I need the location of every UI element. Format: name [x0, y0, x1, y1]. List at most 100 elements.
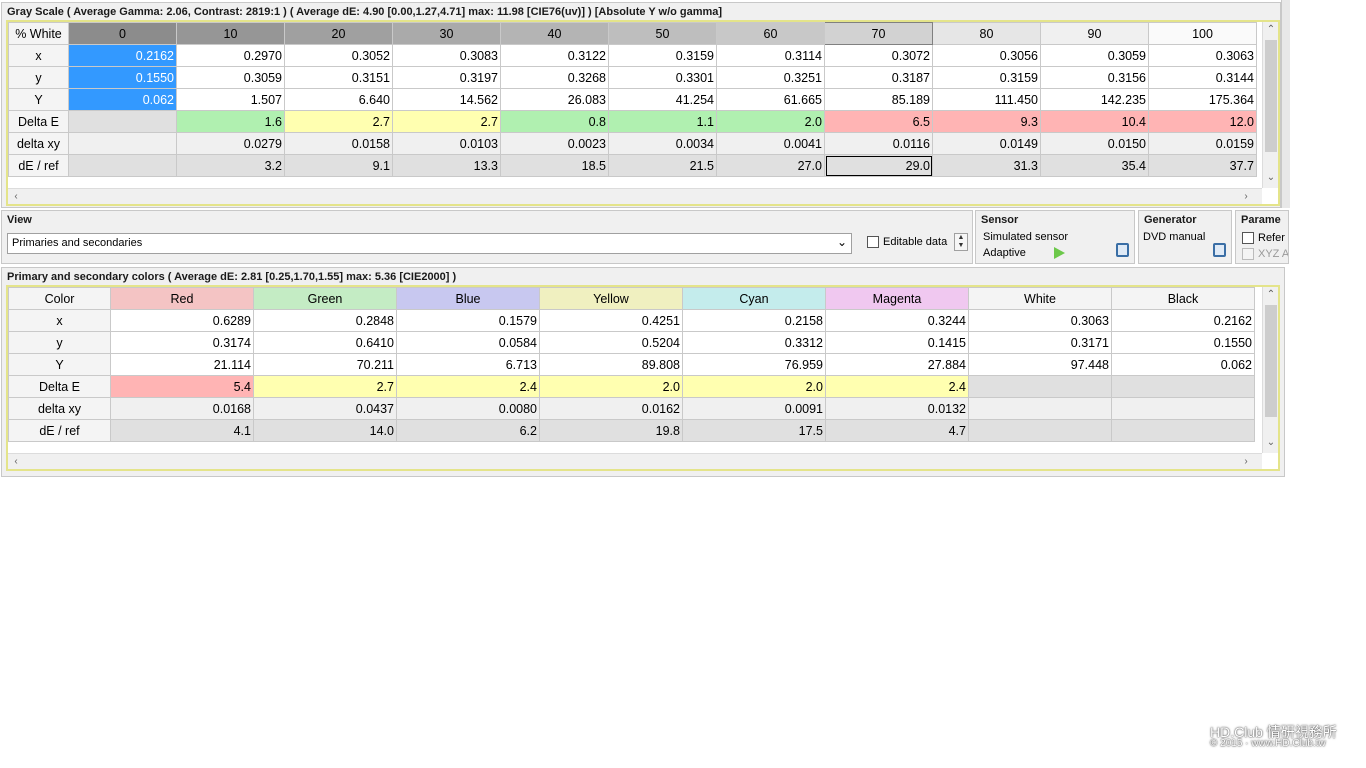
table-cell[interactable]: 0.0034	[608, 132, 717, 155]
color-col-header[interactable]: Magenta	[825, 287, 969, 310]
view-select[interactable]: Primaries and secondaries ⌄	[7, 233, 852, 254]
table-cell[interactable]: 2.7	[392, 110, 501, 133]
table-cell[interactable]: 0.3174	[110, 331, 254, 354]
table-cell[interactable]	[68, 154, 177, 177]
table-cell[interactable]: 2.4	[825, 375, 969, 398]
table-cell[interactable]: 37.7	[1148, 154, 1257, 177]
table-cell[interactable]: 10.4	[1040, 110, 1149, 133]
table-cell[interactable]: 0.2970	[176, 44, 285, 67]
table-cell-focused[interactable]: 29.0	[824, 154, 933, 177]
table-cell[interactable]: 2.7	[284, 110, 393, 133]
table-cell[interactable]	[1111, 397, 1255, 420]
gray-col-header[interactable]: 80	[932, 22, 1041, 45]
table-cell[interactable]: 0.3083	[392, 44, 501, 67]
table-cell[interactable]: 0.0023	[500, 132, 609, 155]
table-cell[interactable]: 0.0150	[1040, 132, 1149, 155]
table-cell[interactable]: 6.2	[396, 419, 540, 442]
table-cell[interactable]: 13.3	[392, 154, 501, 177]
table-cell[interactable]: 0.3312	[682, 331, 826, 354]
table-cell[interactable]: 0.2162	[1111, 309, 1255, 332]
table-cell[interactable]: 27.884	[825, 353, 969, 376]
table-cell[interactable]: 0.0279	[176, 132, 285, 155]
table-cell[interactable]: 6.713	[396, 353, 540, 376]
table-cell[interactable]: 0.3063	[1148, 44, 1257, 67]
table-cell[interactable]: 14.0	[253, 419, 397, 442]
color-col-header[interactable]: Black	[1111, 287, 1255, 310]
gray-col-header[interactable]: 70	[824, 22, 933, 45]
table-cell[interactable]: 0.3159	[932, 66, 1041, 89]
scroll-left-icon[interactable]: ‹	[8, 189, 24, 205]
table-cell[interactable]: 0.1415	[825, 331, 969, 354]
table-cell[interactable]: 35.4	[1040, 154, 1149, 177]
table-cell[interactable]: 2.4	[396, 375, 540, 398]
color-col-header[interactable]: White	[968, 287, 1112, 310]
scroll-down-icon[interactable]: ⌄	[1263, 435, 1279, 451]
gray-horizontal-scrollbar[interactable]: ‹ ›	[8, 188, 1262, 204]
table-cell[interactable]: 0.1550	[68, 66, 177, 89]
table-cell[interactable]: 0.0162	[539, 397, 683, 420]
table-cell[interactable]	[968, 375, 1112, 398]
table-cell[interactable]: 41.254	[608, 88, 717, 111]
table-cell[interactable]: 97.448	[968, 353, 1112, 376]
reference-checkbox[interactable]	[1242, 232, 1254, 244]
table-cell[interactable]: 0.4251	[539, 309, 683, 332]
table-cell[interactable]: 0.0091	[682, 397, 826, 420]
scroll-right-icon[interactable]: ›	[1238, 454, 1254, 470]
gray-col-header[interactable]: 30	[392, 22, 501, 45]
table-cell[interactable]: 0.1579	[396, 309, 540, 332]
table-cell[interactable]: 2.0	[682, 375, 826, 398]
table-cell[interactable]: 0.0437	[253, 397, 397, 420]
table-cell[interactable]: 0.3244	[825, 309, 969, 332]
scroll-left-icon[interactable]: ‹	[8, 454, 24, 470]
color-col-header[interactable]: Blue	[396, 287, 540, 310]
table-cell[interactable]: 21.114	[110, 353, 254, 376]
table-cell[interactable]: 0.062	[68, 88, 177, 111]
table-cell[interactable]: 0.0116	[824, 132, 933, 155]
gray-col-header[interactable]: 100	[1148, 22, 1257, 45]
table-cell[interactable]: 17.5	[682, 419, 826, 442]
table-cell[interactable]: 142.235	[1040, 88, 1149, 111]
table-cell[interactable]: 0.3063	[968, 309, 1112, 332]
color-col-header[interactable]: Green	[253, 287, 397, 310]
gray-col-header[interactable]: 10	[176, 22, 285, 45]
table-cell[interactable]: 0.3197	[392, 66, 501, 89]
primaries-vertical-scrollbar[interactable]: ⌃ ⌄	[1262, 287, 1278, 453]
table-cell[interactable]: 1.507	[176, 88, 285, 111]
table-cell[interactable]: 0.1550	[1111, 331, 1255, 354]
table-cell[interactable]: 21.5	[608, 154, 717, 177]
xyz-checkbox[interactable]	[1242, 248, 1254, 260]
table-cell[interactable]: 1.1	[608, 110, 717, 133]
gray-col-header[interactable]: 90	[1040, 22, 1149, 45]
table-cell[interactable]: 61.665	[716, 88, 825, 111]
table-cell[interactable]: 18.5	[500, 154, 609, 177]
table-cell[interactable]: 12.0	[1148, 110, 1257, 133]
table-cell[interactable]: 0.0158	[284, 132, 393, 155]
table-cell[interactable]: 0.5204	[539, 331, 683, 354]
table-cell[interactable]: 89.808	[539, 353, 683, 376]
table-cell[interactable]	[968, 419, 1112, 442]
table-cell[interactable]: 0.3144	[1148, 66, 1257, 89]
table-cell[interactable]: 0.3156	[1040, 66, 1149, 89]
color-col-header[interactable]: Cyan	[682, 287, 826, 310]
color-col-header[interactable]: Yellow	[539, 287, 683, 310]
table-cell[interactable]: 0.3159	[608, 44, 717, 67]
table-cell[interactable]: 0.0041	[716, 132, 825, 155]
gray-col-header[interactable]: 50	[608, 22, 717, 45]
table-cell[interactable]: 0.0584	[396, 331, 540, 354]
table-cell[interactable]: 9.1	[284, 154, 393, 177]
table-cell[interactable]: 0.2158	[682, 309, 826, 332]
table-cell[interactable]: 4.7	[825, 419, 969, 442]
table-cell[interactable]: 19.8	[539, 419, 683, 442]
gray-col-header[interactable]: 40	[500, 22, 609, 45]
table-cell[interactable]: 0.2848	[253, 309, 397, 332]
table-cell[interactable]: 26.083	[500, 88, 609, 111]
table-cell[interactable]: 2.0	[716, 110, 825, 133]
table-cell[interactable]: 0.062	[1111, 353, 1255, 376]
play-icon[interactable]	[1054, 247, 1065, 259]
table-cell[interactable]: 0.3151	[284, 66, 393, 89]
table-cell[interactable]: 0.3268	[500, 66, 609, 89]
table-cell[interactable]: 3.2	[176, 154, 285, 177]
table-cell[interactable]: 0.0159	[1148, 132, 1257, 155]
table-cell[interactable]: 0.3301	[608, 66, 717, 89]
gray-col-header[interactable]: 60	[716, 22, 825, 45]
